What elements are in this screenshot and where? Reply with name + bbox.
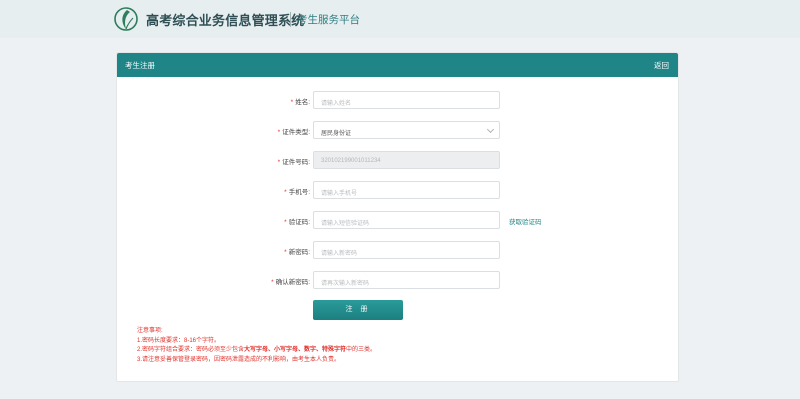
required-mark: *	[284, 219, 287, 226]
new-password-label-text: 新密码:	[288, 249, 310, 256]
required-mark: *	[271, 279, 274, 286]
code-label-text: 验证码:	[288, 219, 310, 226]
form-row-confirm-password: * 确认新密码: 请再次输入新密码	[117, 271, 680, 289]
notes-line-2: 2.密码字符组合要求：密码必须至少包含大写字母、小写字母、数字、特殊字符中的三类…	[137, 346, 376, 356]
form-row-id-number: * 证件号码: 320102199001011234	[117, 151, 680, 169]
form-row-id-type: * 证件类型: 居民身份证	[117, 121, 680, 139]
title-divider	[290, 12, 291, 27]
chevron-down-icon	[486, 125, 495, 134]
notes: 注意事项: 1.密码长度要求：8-16个字符。 2.密码字符组合要求：密码必须至…	[137, 327, 376, 365]
verification-code-input[interactable]: 请输入短信验证码	[313, 211, 500, 229]
panel-header: 考生注册 返回	[117, 53, 678, 77]
name-input[interactable]: 请输入姓名	[313, 91, 500, 109]
form-row-phone: * 手机号: 请输入手机号	[117, 181, 680, 199]
platform-title: 考生服务平台	[297, 14, 360, 26]
id-type-label-text: 证件类型:	[282, 129, 310, 136]
name-label-text: 姓名:	[295, 99, 310, 106]
system-title: 高考综合业务信息管理系统	[146, 13, 305, 28]
required-mark: *	[284, 189, 287, 196]
panel-title: 考生注册	[125, 61, 155, 70]
phone-input[interactable]: 请输入手机号	[313, 181, 500, 199]
notes-line-2-suffix: 中的三类。	[346, 347, 377, 353]
confirm-password-label-text: 确认新密码:	[275, 279, 310, 286]
id-number-label: * 证件号码:	[278, 156, 310, 166]
notes-line-3: 3.请注意妥善保管登录密码，因密码泄露造成的不利影响，由考生本人负责。	[137, 356, 341, 363]
logo-icon	[114, 7, 138, 31]
register-panel: 考生注册 返回 * 姓名: 请输入姓名 * 证件类型: 居民身份证 * 证件号码: 3…	[116, 52, 679, 382]
new-password-input[interactable]: 请输入新密码	[313, 241, 500, 259]
required-mark: *	[277, 159, 281, 166]
required-mark: *	[284, 249, 287, 256]
back-link[interactable]: 返回	[654, 60, 669, 71]
id-number-input[interactable]: 320102199001011234	[313, 151, 500, 169]
id-type-value: 居民身份证	[321, 131, 352, 137]
new-password-label: * 新密码:	[284, 246, 310, 256]
notes-line-2-bold: 大写字母、小写字母、数字、特殊字符	[244, 347, 347, 353]
confirm-password-input[interactable]: 请再次输入新密码	[313, 271, 500, 289]
register-button[interactable]: 注 册	[313, 300, 403, 320]
notes-line-2-prefix: 2.密码字符组合要求：密码必须至少包含	[137, 347, 245, 353]
phone-label-text: 手机号:	[288, 189, 310, 196]
get-code-button[interactable]: 获取验证码	[509, 216, 542, 226]
form-row-name: * 姓名: 请输入姓名	[117, 91, 680, 109]
id-type-select[interactable]: 居民身份证	[313, 121, 500, 139]
confirm-password-label: * 确认新密码:	[271, 276, 310, 286]
id-number-label-text: 证件号码:	[282, 159, 310, 166]
form-row-new-password: * 新密码: 请输入新密码	[117, 241, 680, 259]
notes-title: 注意事项:	[137, 328, 163, 334]
notes-line-1: 1.密码长度要求：8-16个字符。	[137, 337, 221, 344]
required-mark: *	[290, 99, 294, 106]
name-label: * 姓名:	[291, 96, 310, 106]
id-type-label: * 证件类型:	[278, 126, 310, 136]
phone-label: * 手机号:	[284, 186, 310, 196]
code-label: * 验证码:	[284, 216, 310, 226]
form-row-code: * 验证码: 请输入短信验证码 获取验证码	[117, 211, 680, 229]
top-bar: 高考综合业务信息管理系统 考生服务平台	[0, 0, 800, 38]
required-mark: *	[277, 129, 281, 136]
